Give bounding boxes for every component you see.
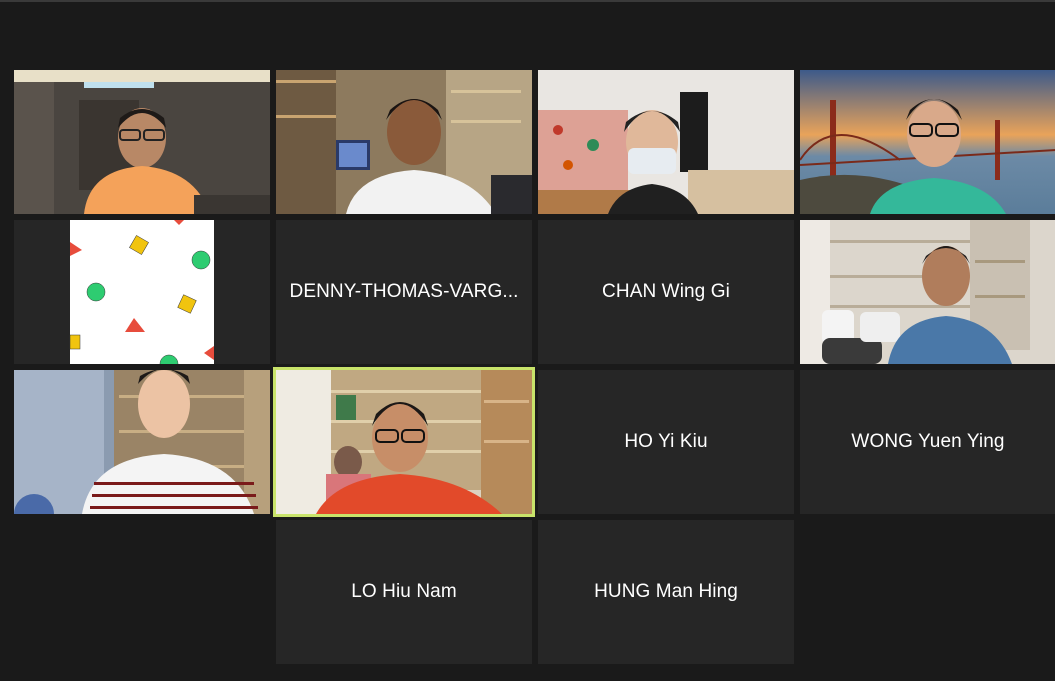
participant-name: LO Hiu Nam [351, 581, 457, 602]
video-tile-p4[interactable] [800, 70, 1055, 214]
participant-video [14, 370, 270, 514]
video-tile-p7[interactable]: CHAN Wing Gi [538, 220, 794, 364]
participant-name: HO Yi Kiu [624, 431, 708, 452]
participant-video [276, 70, 532, 214]
participant-video [538, 70, 794, 214]
participant-video [14, 220, 270, 364]
participant-video [800, 70, 1055, 214]
video-tile-p6[interactable]: DENNY-THOMAS-VARG... [276, 220, 532, 364]
video-tile-p13[interactable]: LO Hiu Nam [276, 520, 532, 664]
video-tile-p9[interactable] [14, 370, 270, 514]
video-tile-p10-active-speaker[interactable] [273, 367, 535, 517]
video-tile-p2[interactable] [276, 70, 532, 214]
gallery-view: DENNY-THOMAS-VARG... CHAN Wing Gi HO Yi … [0, 0, 1055, 681]
participant-name: HUNG Man Hing [594, 581, 738, 602]
video-tile-p3[interactable] [538, 70, 794, 214]
video-tile-p11[interactable]: HO Yi Kiu [538, 370, 794, 514]
video-tile-p1[interactable] [14, 70, 270, 214]
video-tile-p14[interactable]: HUNG Man Hing [538, 520, 794, 664]
video-tile-p5[interactable] [14, 220, 270, 364]
video-tile-p12[interactable]: WONG Yuen Ying [800, 370, 1055, 514]
video-tile-p8[interactable] [800, 220, 1055, 364]
participant-video [276, 370, 532, 514]
participant-video [14, 70, 270, 214]
participant-name: CHAN Wing Gi [602, 281, 730, 302]
participant-name: DENNY-THOMAS-VARG... [289, 281, 519, 302]
participant-name: WONG Yuen Ying [851, 431, 1005, 452]
participant-video [800, 220, 1055, 364]
